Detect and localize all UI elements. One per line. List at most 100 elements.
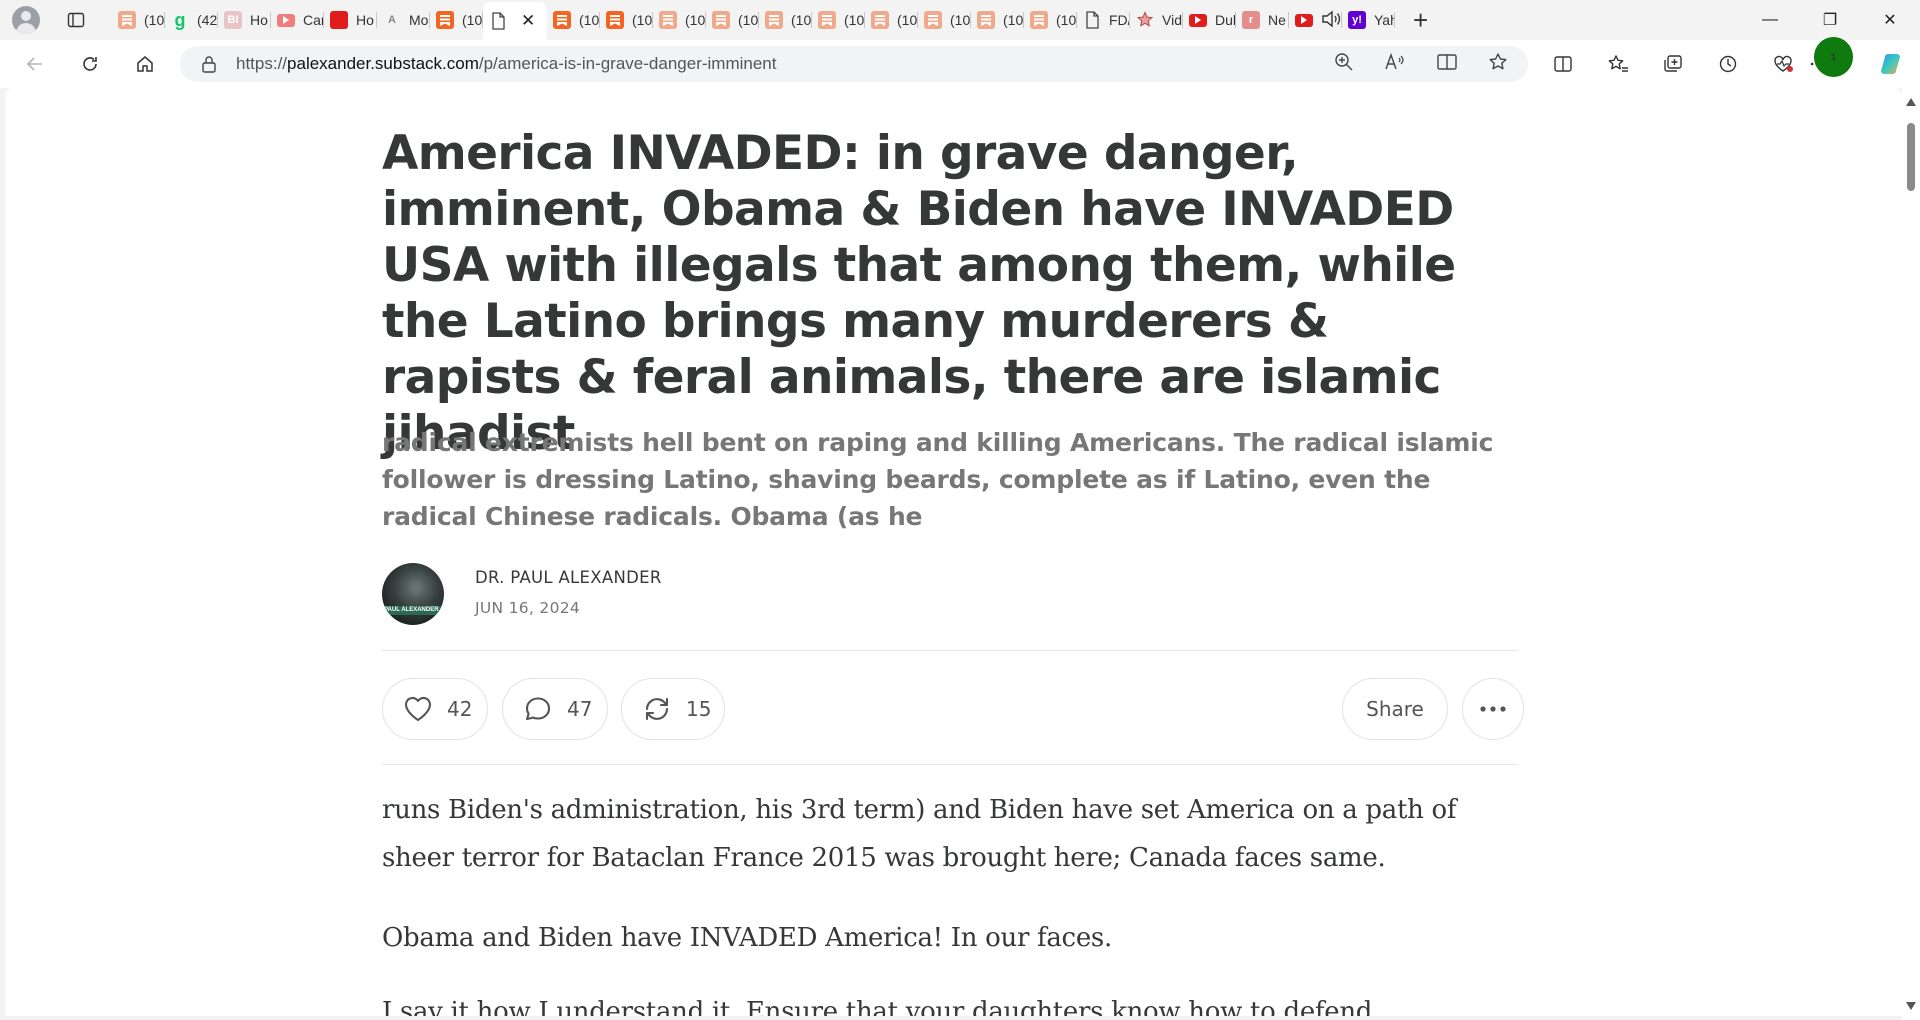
author-avatar[interactable]: PAUL ALEXANDER <box>382 563 444 625</box>
scrollbar-thumb[interactable] <box>1907 123 1915 191</box>
browser-tab[interactable]: (10 <box>759 4 812 36</box>
restack-icon <box>645 697 669 721</box>
post-title: America INVADED: in grave danger, immine… <box>382 126 1456 461</box>
body-paragraph: runs Biden's administration, his 3rd ter… <box>382 795 1457 873</box>
divider <box>382 650 1518 651</box>
new-tab-button[interactable]: + <box>1413 7 1428 33</box>
browser-tab[interactable]: (10 <box>547 4 600 36</box>
history-icon[interactable] <box>1700 44 1755 84</box>
browser-tab[interactable]: BI Ho <box>218 4 271 36</box>
browser-tab[interactable]: (10 <box>706 4 759 36</box>
close-window-button[interactable]: ✕ <box>1860 0 1920 40</box>
tab-title: Yah <box>1374 12 1395 28</box>
tab-title: Car <box>303 12 324 28</box>
browser-tab[interactable]: g (42 <box>165 4 218 36</box>
browser-tab[interactable]: (10 <box>600 4 653 36</box>
browser-tab[interactable]: (10 <box>1024 4 1077 36</box>
restore-button[interactable]: ❐ <box>1800 0 1860 40</box>
pinned-news-icon <box>330 11 348 29</box>
favorite-star-icon[interactable] <box>1488 52 1508 77</box>
tab-title: (10 <box>791 12 812 28</box>
browser-tab[interactable] <box>1289 4 1342 36</box>
url-text[interactable]: https://palexander.substack.com/p/americ… <box>236 54 776 74</box>
tab-title: (10 <box>897 12 918 28</box>
browser-tab[interactable]: (10 <box>918 4 971 36</box>
browser-tab[interactable]: r Ne <box>1236 4 1289 36</box>
tab-title: (10 <box>844 12 865 28</box>
browser-tab[interactable]: Dul <box>1183 4 1236 36</box>
more-options-button[interactable] <box>1462 678 1524 740</box>
back-button[interactable] <box>15 44 55 84</box>
author-name-link[interactable]: DR. PAUL ALEXANDER <box>475 568 662 587</box>
star-icon <box>1136 11 1154 29</box>
address-bar[interactable]: https://palexander.substack.com/p/americ… <box>180 46 1528 82</box>
zoom-icon[interactable] <box>1334 52 1354 77</box>
substack-icon <box>977 11 995 29</box>
substack-icon <box>871 11 889 29</box>
browser-tab[interactable]: (10 <box>812 4 865 36</box>
profile-avatar-icon[interactable] <box>12 6 40 34</box>
substack-icon <box>118 11 136 29</box>
refresh-button[interactable] <box>70 44 110 84</box>
browser-tab[interactable]: A Mo <box>377 4 430 36</box>
share-button[interactable]: Share <box>1342 678 1448 740</box>
tab-title: (10 <box>1056 12 1077 28</box>
audio-playing-icon[interactable] <box>1321 9 1342 32</box>
yahoo-icon: y! <box>1348 11 1366 29</box>
substack-icon <box>1030 11 1048 29</box>
substack-icon <box>818 11 836 29</box>
tab-active[interactable]: ✕ <box>483 2 547 40</box>
ellipsis-icon <box>1480 706 1506 712</box>
performance-heart-icon[interactable] <box>1755 44 1810 84</box>
like-button[interactable]: 42 <box>382 678 488 740</box>
browser-tab[interactable]: (10 <box>430 4 483 36</box>
scroll-up-arrow-icon[interactable] <box>1906 98 1916 106</box>
tab-title: (10 <box>685 12 706 28</box>
body-paragraph: Obama and Biden have INVADED America! In… <box>382 923 1112 953</box>
youtube-icon <box>1189 13 1207 27</box>
comment-button[interactable]: 47 <box>502 678 608 740</box>
browser-tab[interactable]: (10 <box>865 4 918 36</box>
browser-tab[interactable]: (10 <box>112 4 165 36</box>
navigation-toolbar: https://palexander.substack.com/p/americ… <box>0 37 1920 88</box>
browser-tab[interactable]: (10 <box>971 4 1024 36</box>
restack-button[interactable]: 15 <box>621 678 725 740</box>
grammarly-icon: g <box>174 9 186 30</box>
web-page: America INVADED: in grave danger, immine… <box>5 88 1902 1016</box>
tab-title: Ho <box>356 12 374 28</box>
browser-tab[interactable]: y! Yah <box>1342 4 1395 36</box>
tab-title: (10 <box>738 12 759 28</box>
extensions-menu-icon[interactable]: 1 <box>1810 37 1865 84</box>
site-info-icon[interactable] <box>198 53 220 75</box>
home-button[interactable] <box>125 44 165 84</box>
restack-count: 15 <box>686 697 712 721</box>
tab-title: FD/ <box>1109 12 1130 28</box>
body-paragraph: I say it how I understand it. Ensure tha… <box>382 997 1373 1016</box>
browser-tab[interactable]: FD/ <box>1077 4 1130 36</box>
tab-title: (10 <box>1003 12 1024 28</box>
tab-title: Dul <box>1215 12 1236 28</box>
split-screen-icon[interactable] <box>1535 44 1590 84</box>
business-insider-icon: BI <box>224 11 242 29</box>
scroll-down-arrow-icon[interactable] <box>1906 1002 1916 1010</box>
collections-icon[interactable] <box>1645 44 1700 84</box>
heart-icon <box>404 696 432 722</box>
tab-title: (10 <box>632 12 653 28</box>
substack-icon <box>436 11 454 29</box>
browser-tab[interactable]: (10 <box>653 4 706 36</box>
browser-tab[interactable]: Vid <box>1130 4 1183 36</box>
copilot-icon[interactable] <box>1865 44 1920 84</box>
browser-tab[interactable]: Ho <box>324 4 377 36</box>
page-scrollbar[interactable] <box>1902 88 1920 1020</box>
substack-icon <box>924 11 942 29</box>
ai-text-icon: A <box>388 14 396 26</box>
read-aloud-icon[interactable] <box>1384 52 1406 77</box>
immersive-reader-icon[interactable] <box>1436 52 1458 77</box>
close-tab-icon[interactable]: ✕ <box>521 11 535 31</box>
page-icon <box>489 12 507 30</box>
minimize-button[interactable]: — <box>1740 0 1800 40</box>
news-icon: r <box>1242 11 1260 29</box>
browser-tab[interactable]: Car <box>271 4 324 36</box>
tab-actions-icon[interactable] <box>62 6 90 34</box>
favorites-icon[interactable] <box>1590 44 1645 84</box>
